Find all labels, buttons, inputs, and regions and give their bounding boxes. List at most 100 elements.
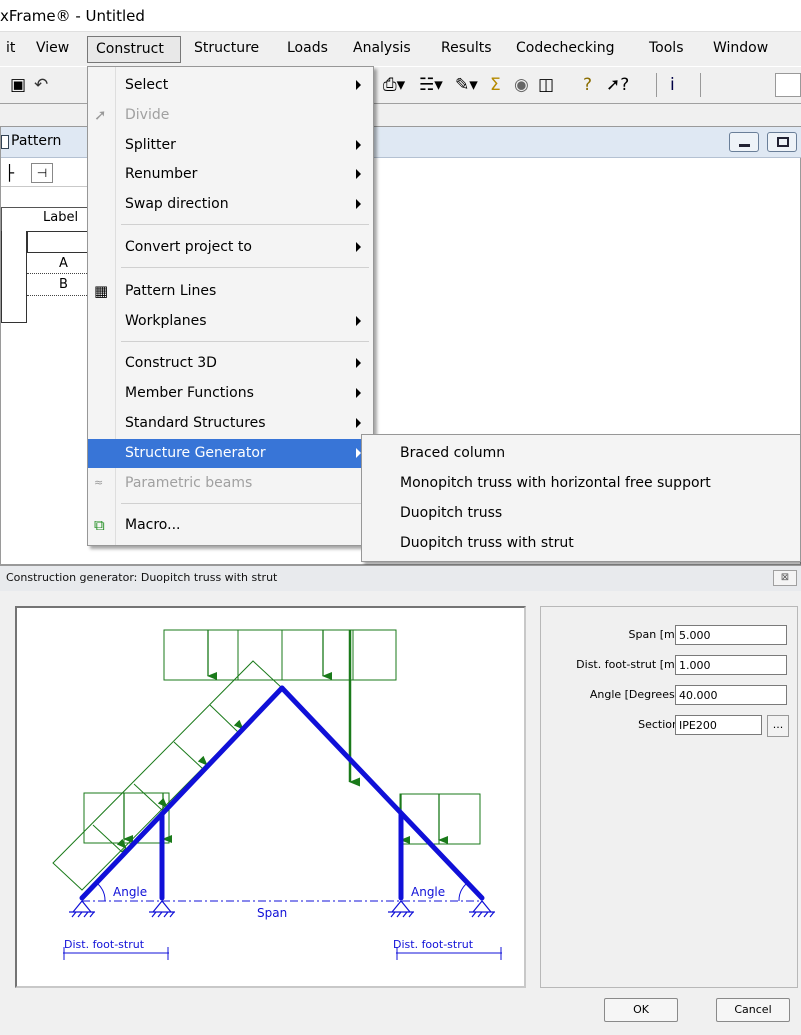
menu-analysis[interactable]: Analysis bbox=[353, 40, 411, 56]
menu-item-construct-3d[interactable]: Construct 3D bbox=[88, 349, 373, 378]
submenu-item-duopitch-truss-with-strut[interactable]: Duopitch truss with strut bbox=[362, 528, 800, 559]
menu-item-macro[interactable]: ⧉ Macro... bbox=[88, 511, 373, 540]
submenu-item-duopitch-truss[interactable]: Duopitch truss bbox=[362, 498, 800, 529]
menu-item-convert-project[interactable]: Convert project to bbox=[88, 233, 373, 262]
menu-separator bbox=[121, 224, 369, 225]
document-icon bbox=[1, 135, 9, 149]
menu-item-splitter[interactable]: Splitter bbox=[88, 131, 373, 160]
menu-structure[interactable]: Structure bbox=[194, 40, 259, 56]
menu-codechecking[interactable]: Codechecking bbox=[516, 40, 614, 56]
dialog-close-button[interactable]: ⊠ bbox=[773, 570, 797, 586]
toolbar-divider bbox=[700, 73, 702, 97]
support-icon bbox=[149, 900, 175, 918]
submenu-item-label: Duopitch truss with strut bbox=[400, 535, 574, 551]
right-angle-arc bbox=[458, 883, 467, 902]
menu-construct-label: Construct bbox=[96, 41, 164, 57]
menu-tools[interactable]: Tools bbox=[649, 40, 684, 56]
submenu-item-monopitch-truss[interactable]: Monopitch truss with horizontal free sup… bbox=[362, 468, 800, 499]
submenu-item-braced-column[interactable]: Braced column bbox=[362, 438, 800, 469]
menu-item-structure-generator[interactable]: Structure Generator bbox=[88, 439, 373, 468]
parametric-beams-icon: ≈ bbox=[94, 476, 104, 489]
angle-label-right: Angle bbox=[411, 885, 445, 899]
table-row[interactable]: A bbox=[59, 256, 68, 271]
span-input[interactable] bbox=[675, 625, 787, 645]
menu-item-label: Pattern Lines bbox=[125, 283, 217, 299]
submenu-arrow-icon bbox=[356, 199, 361, 209]
submenu-arrow-icon bbox=[356, 140, 361, 150]
menu-results[interactable]: Results bbox=[441, 40, 492, 56]
angle-input[interactable] bbox=[675, 685, 787, 705]
pattern-table: Label A B bbox=[1, 207, 101, 327]
diagram-labels: Angle Angle Span Dist. foot-strut Dist. … bbox=[64, 885, 474, 951]
camera-icon[interactable]: ◉ bbox=[514, 75, 529, 95]
properties-panel: Span [m] Dist. foot-strut [m] Angle [Deg… bbox=[540, 606, 798, 988]
menu-item-swap-direction[interactable]: Swap direction bbox=[88, 190, 373, 219]
menu-construct[interactable]: Construct bbox=[87, 36, 181, 63]
menu-item-label: Workplanes bbox=[125, 313, 207, 329]
table-header-label: Label bbox=[43, 210, 79, 225]
print-icon[interactable]: ⎙▾ bbox=[383, 75, 405, 95]
menu-item-pattern-lines[interactable]: ▦ Pattern Lines bbox=[88, 277, 373, 306]
section-input[interactable] bbox=[675, 715, 762, 735]
main-window: xFrame® - Untitled it View Structure Loa… bbox=[0, 0, 801, 565]
top-load-box bbox=[163, 629, 397, 681]
ok-button[interactable]: OK bbox=[604, 998, 678, 1022]
span-row: Span [m] bbox=[541, 625, 799, 647]
section-browse-button[interactable]: ... bbox=[767, 715, 789, 737]
toolbar-combo[interactable] bbox=[775, 73, 801, 97]
truss-diagram-svg: Angle Angle Span Dist. foot-strut Dist. … bbox=[52, 629, 502, 960]
help-icon[interactable]: ? bbox=[583, 75, 592, 95]
print-preview-icon[interactable]: ☵▾ bbox=[419, 75, 443, 95]
dist-row: Dist. foot-strut [m] bbox=[541, 655, 799, 677]
context-help-icon[interactable]: ➚? bbox=[606, 75, 629, 95]
submenu-arrow-icon bbox=[356, 169, 361, 179]
cancel-button[interactable]: Cancel bbox=[716, 998, 790, 1022]
menu-window[interactable]: Window bbox=[713, 40, 768, 56]
divide-icon: ➚ bbox=[94, 106, 107, 124]
menu-item-label: Splitter bbox=[125, 137, 176, 153]
menu-item-label: Structure Generator bbox=[125, 445, 266, 461]
menu-separator bbox=[121, 503, 369, 504]
menu-separator bbox=[121, 341, 369, 342]
menu-item-member-functions[interactable]: Member Functions bbox=[88, 379, 373, 408]
menu-view[interactable]: View bbox=[36, 40, 69, 56]
pattern-lines-icon: ▦ bbox=[94, 282, 109, 300]
pattern-spacing-icon[interactable]: ⊣ bbox=[31, 163, 53, 183]
menu-item-parametric-beams: ≈ Parametric beams bbox=[88, 469, 373, 498]
menu-item-renumber[interactable]: Renumber bbox=[88, 160, 373, 189]
menu-item-label: Parametric beams bbox=[125, 475, 253, 491]
structure-generator-submenu: Braced column Monopitch truss with horiz… bbox=[361, 434, 801, 562]
submenu-arrow-icon bbox=[356, 418, 361, 428]
load-boxes bbox=[52, 629, 481, 891]
submenu-arrow-icon bbox=[356, 388, 361, 398]
export-icon[interactable]: ✎▾ bbox=[455, 75, 478, 95]
menu-edit[interactable]: it bbox=[6, 40, 15, 56]
dist-foot-strut-input[interactable] bbox=[675, 655, 787, 675]
dist-label-left: Dist. foot-strut bbox=[64, 938, 145, 951]
window-title: xFrame® - Untitled bbox=[0, 7, 145, 25]
table-row[interactable]: B bbox=[59, 277, 68, 292]
angle-row: Angle [Degrees] bbox=[541, 685, 799, 707]
macro-icon: ⧉ bbox=[94, 516, 105, 534]
minimize-button[interactable] bbox=[729, 132, 759, 152]
menu-item-label: Construct 3D bbox=[125, 355, 217, 371]
dist-foot-strut-label: Dist. foot-strut [m] bbox=[576, 658, 679, 671]
menu-item-standard-structures[interactable]: Standard Structures bbox=[88, 409, 373, 438]
menu-item-select[interactable]: Select bbox=[88, 71, 373, 100]
restore-button[interactable] bbox=[767, 132, 797, 152]
menu-loads[interactable]: Loads bbox=[287, 40, 328, 56]
menu-item-divide: ➚ Divide bbox=[88, 101, 373, 130]
grid-origin-icon[interactable]: ├ bbox=[5, 164, 14, 182]
menu-item-workplanes[interactable]: Workplanes bbox=[88, 307, 373, 336]
submenu-item-label: Monopitch truss with horizontal free sup… bbox=[400, 475, 711, 491]
right-rafter bbox=[279, 685, 485, 901]
inclined-load-box bbox=[52, 660, 283, 891]
support-icon bbox=[388, 900, 414, 918]
undo-icon[interactable]: ↶ bbox=[34, 75, 48, 95]
menu-item-label: Member Functions bbox=[125, 385, 254, 401]
window-icon[interactable]: ◫ bbox=[538, 75, 554, 95]
save-icon[interactable]: ▣ bbox=[10, 75, 26, 95]
info-icon[interactable]: i bbox=[670, 75, 675, 95]
formula-icon[interactable]: Σ bbox=[490, 75, 501, 95]
menu-item-label: Standard Structures bbox=[125, 415, 266, 431]
